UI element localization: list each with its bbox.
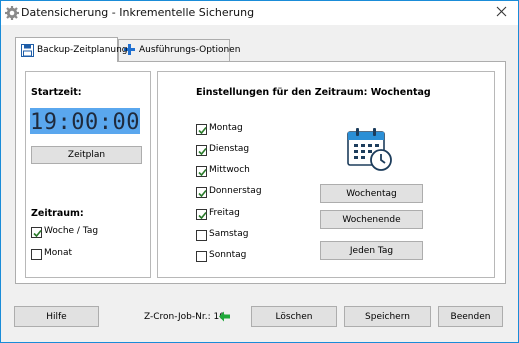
checkbox[interactable] — [31, 249, 42, 260]
svg-text:19:00:00: 19:00:00 — [30, 110, 140, 134]
checkbox[interactable] — [31, 227, 42, 238]
floppy-disk-icon — [21, 44, 34, 57]
period-settings-heading: Einstellungen für den Zeitraum: Wochenta… — [196, 87, 431, 98]
checkbox[interactable] — [196, 166, 207, 177]
save-button[interactable]: Speichern — [344, 306, 431, 327]
tab-label: Ausführungs-Optionen — [139, 45, 241, 55]
every-day-button[interactable]: Jeden Tag — [320, 241, 423, 260]
checkbox-label: Samstag — [209, 229, 249, 239]
checkbox[interactable] — [196, 124, 207, 135]
start-time-display[interactable]: 19:00:00 — [30, 108, 140, 134]
title-bar: Datensicherung - Inkrementelle Sicherung — [1, 1, 518, 25]
period-label: Zeitraum: — [31, 208, 84, 219]
help-button[interactable]: Hilfe — [14, 306, 99, 327]
checkmark-icon — [198, 168, 207, 177]
gear-icon — [5, 6, 19, 20]
checkbox-label: Freitag — [209, 208, 240, 218]
schedule-button[interactable]: Zeitplan — [31, 146, 142, 164]
tab-execution-options[interactable]: Ausführungs-Optionen — [118, 39, 240, 61]
checkbox[interactable] — [196, 145, 207, 156]
close-icon — [496, 6, 507, 17]
window-title: Datensicherung - Inkrementelle Sicherung — [21, 6, 255, 19]
checkbox-label: Sonntag — [209, 250, 247, 260]
checkbox-label: Mittwoch — [209, 165, 250, 175]
job-number: Z-Cron-Job-Nr.: 10 — [144, 312, 225, 322]
checkmark-icon — [198, 126, 207, 135]
checkbox-label: Donnerstag — [209, 186, 262, 196]
checkbox[interactable] — [196, 187, 207, 198]
exit-button[interactable]: Beenden — [438, 306, 503, 327]
start-time-label: Startzeit: — [31, 87, 82, 98]
time-group: Startzeit: 19:00:00 Zeitplan Zeitraum: W… — [25, 71, 151, 278]
weekday-button[interactable]: Wochentag — [320, 184, 423, 203]
checkmark-icon — [33, 229, 42, 238]
checkmark-icon — [198, 189, 207, 198]
checkbox-label: Montag — [209, 123, 243, 133]
checkbox[interactable] — [196, 230, 207, 241]
tab-backup-schedule[interactable]: Backup-Zeitplanung — [15, 37, 128, 62]
close-button[interactable] — [487, 3, 517, 21]
checkbox-label: Dienstag — [209, 144, 250, 154]
checkbox[interactable] — [196, 209, 207, 220]
checkmark-icon — [198, 211, 207, 220]
calendar-clock-icon — [347, 128, 392, 171]
checkbox-label: Woche / Tag — [44, 226, 99, 236]
arrow-left-icon — [219, 311, 230, 322]
weekday-settings-group: Einstellungen für den Zeitraum: Wochenta… — [157, 71, 495, 278]
tab-panel: Startzeit: 19:00:00 Zeitplan Zeitraum: W… — [15, 61, 506, 284]
tab-label: Backup-Zeitplanung — [37, 45, 128, 55]
checkbox-label: Monat — [44, 248, 73, 258]
backup-window: Datensicherung - Inkrementelle Sicherung… — [0, 0, 519, 343]
weekend-button[interactable]: Wochenende — [320, 210, 423, 229]
delete-button[interactable]: Löschen — [251, 306, 337, 327]
checkmark-icon — [198, 147, 207, 156]
checkbox[interactable] — [196, 251, 207, 262]
